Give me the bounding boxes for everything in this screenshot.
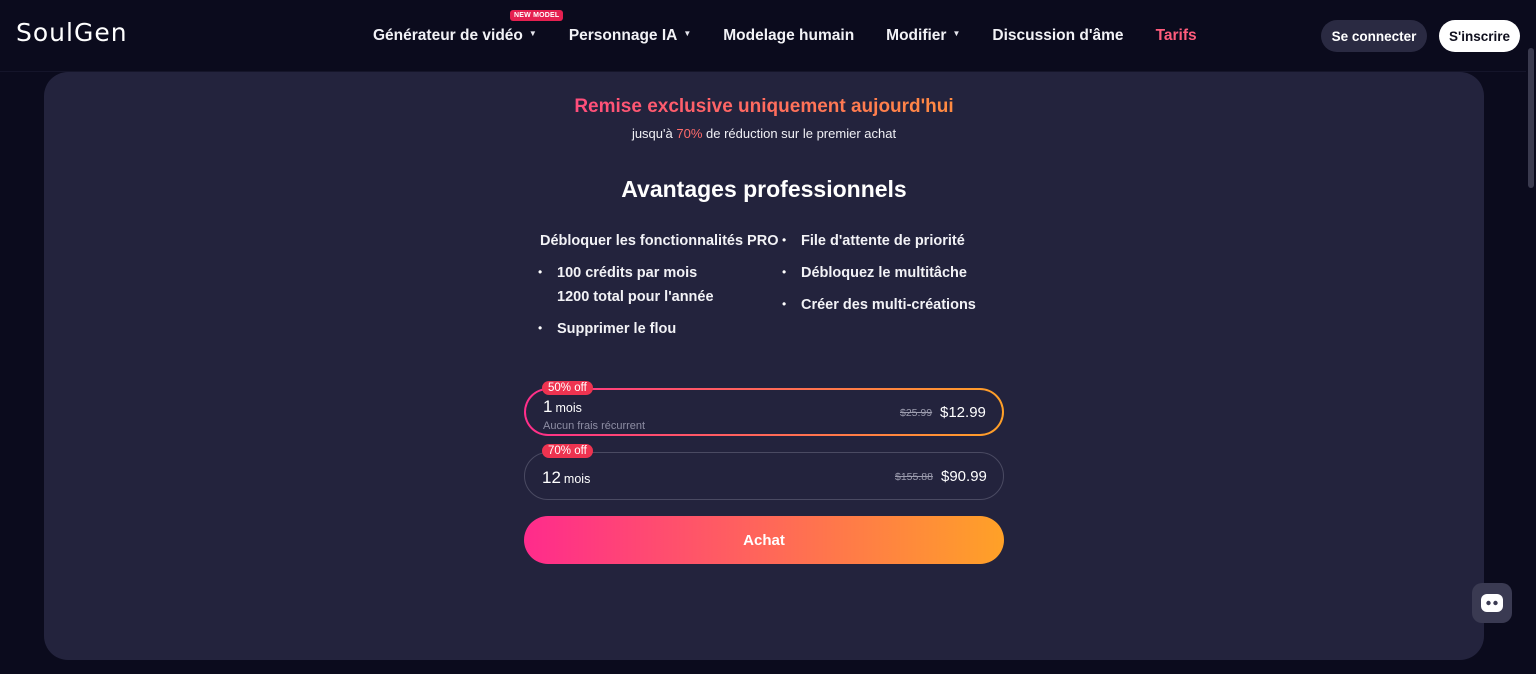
chat-bot-icon xyxy=(1481,594,1503,612)
plan-original-price: $155.88 xyxy=(895,471,933,483)
feature-credits-year: 1200 total pour l'année xyxy=(557,289,714,305)
plan-duration: 1 mois xyxy=(543,397,582,417)
nav-item-soul-chat[interactable]: Discussion d'âme xyxy=(992,27,1123,45)
plan-duration-unit: mois xyxy=(555,401,582,415)
promo-subtitle: jusqu'à 70% de réduction sur le premier … xyxy=(44,126,1484,141)
bullet-icon: • xyxy=(782,297,787,311)
promo-sub-suffix: de réduction sur le premier achat xyxy=(706,126,897,141)
advantages-title: Avantages professionnels xyxy=(621,176,907,202)
nav-item-pricing[interactable]: Tarifs xyxy=(1156,27,1197,45)
chevron-down-icon: ▼ xyxy=(528,28,537,38)
bullet-icon: • xyxy=(538,321,543,335)
feature-remove-blur: Supprimer le flou xyxy=(557,321,677,337)
discount-badge: 70% off xyxy=(542,444,593,458)
feature-credits-month: 100 crédits par mois xyxy=(557,265,698,281)
discount-percent: 70% xyxy=(676,126,703,141)
chevron-down-icon: ▼ xyxy=(683,28,692,38)
purchase-button[interactable]: Achat xyxy=(524,516,1004,564)
promo-title-text: Remise exclusive uniquement aujourd'hui xyxy=(574,96,954,117)
feature-multi-creations: Créer des multi-créations xyxy=(801,297,976,313)
nav-item-label: Discussion d'âme xyxy=(992,27,1124,44)
nav-item-edit[interactable]: Modifier ▼ xyxy=(886,27,960,45)
plan-note: Aucun frais récurrent xyxy=(543,420,646,432)
scrollbar-thumb[interactable] xyxy=(1528,48,1534,188)
feature-heading-pro: Débloquer les fonctionnalités PRO xyxy=(540,233,779,249)
discount-badge: 50% off xyxy=(542,381,593,395)
feature-multitask: Débloquez le multitâche xyxy=(801,265,967,281)
chat-widget-button[interactable] xyxy=(1472,583,1512,623)
main-nav: Générateur de vidéo ▼ NEW MODEL Personna… xyxy=(373,0,1229,72)
plan-duration-unit: mois xyxy=(563,472,591,486)
plan-original-price: $25.99 xyxy=(900,407,933,419)
plan-duration: 12 mois xyxy=(542,468,590,488)
plan-price: $12.99 xyxy=(940,404,986,421)
plan-option-12-months[interactable]: 70% off 12 mois $155.88 $90.99 xyxy=(524,444,1004,500)
nav-item-human-modeling[interactable]: Modelage humain xyxy=(723,27,854,45)
pricing-card: Remise exclusive uniquement aujourd'hui … xyxy=(44,72,1484,660)
nav-item-ai-character[interactable]: Personnage IA ▼ xyxy=(569,27,691,45)
plan-duration-number: 1 xyxy=(543,397,553,416)
bullet-icon: • xyxy=(782,233,787,247)
login-button[interactable]: Se connecter xyxy=(1321,20,1427,52)
new-model-badge: NEW MODEL xyxy=(510,10,564,21)
nav-item-label: Personnage IA xyxy=(568,27,678,44)
plan-duration-number: 12 xyxy=(542,468,561,487)
signup-button[interactable]: S'inscrire xyxy=(1439,20,1520,52)
chevron-down-icon: ▼ xyxy=(952,28,961,38)
promo-title: Remise exclusive uniquement aujourd'hui xyxy=(44,96,1484,118)
logo[interactable]: SoulGen xyxy=(16,18,128,47)
top-navigation-bar: SoulGen Générateur de vidéo ▼ NEW MODEL … xyxy=(0,0,1536,72)
nav-item-label: Modifier xyxy=(886,27,947,44)
nav-item-label: Tarifs xyxy=(1155,27,1197,44)
bullet-icon: • xyxy=(538,265,543,279)
plan-price: $90.99 xyxy=(941,468,987,485)
bullet-icon: • xyxy=(782,265,787,279)
feature-priority-queue: File d'attente de priorité xyxy=(801,233,965,249)
promo-sub-prefix: jusqu'à xyxy=(631,126,673,141)
plan-option-1-month[interactable]: 50% off 1 mois Aucun frais récurrent $25.… xyxy=(524,381,1004,436)
nav-item-label: Générateur de vidéo xyxy=(373,27,523,44)
nav-item-video-generator[interactable]: Générateur de vidéo ▼ NEW MODEL xyxy=(373,10,564,45)
nav-item-label: Modelage humain xyxy=(723,27,855,44)
